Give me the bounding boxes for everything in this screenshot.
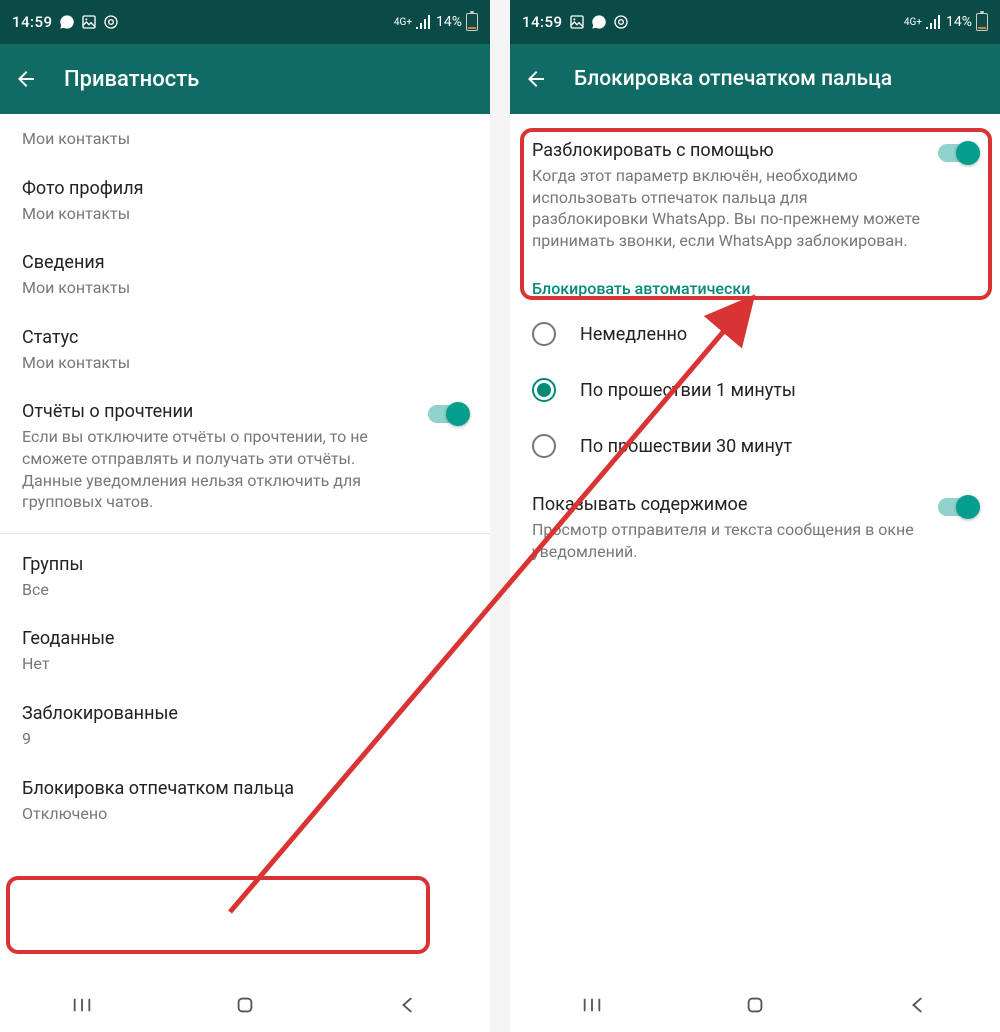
recents-button[interactable] (581, 994, 603, 1016)
section-auto-lock: Блокировать автоматически (510, 265, 1000, 306)
setting-profile-photo[interactable]: Фото профиля Мои контакты (0, 164, 490, 239)
at-icon (103, 14, 119, 30)
setting-last-seen-sub[interactable]: Мои контакты (0, 114, 490, 164)
setting-status[interactable]: Статус Мои контакты (0, 313, 490, 388)
setting-unlock-with-fingerprint[interactable]: Разблокировать с помощью Когда этот пара… (510, 114, 1000, 265)
image-icon (569, 14, 585, 30)
home-button[interactable] (744, 994, 766, 1016)
app-bar: Приватность (0, 44, 490, 114)
battery-icon (466, 13, 478, 31)
network-badge: 4G+ (394, 17, 412, 28)
read-receipts-toggle[interactable] (428, 405, 468, 423)
setting-geodata[interactable]: Геоданные Нет (0, 614, 490, 689)
clock: 14:59 (522, 13, 563, 31)
setting-blocked[interactable]: Заблокированные 9 (0, 689, 490, 764)
setting-show-content[interactable]: Показывать содержимое Просмотр отправите… (510, 474, 1000, 576)
app-bar: Блокировка отпечатком пальца (510, 44, 1000, 114)
page-title: Приватность (64, 67, 199, 92)
setting-groups[interactable]: Группы Все (0, 540, 490, 615)
status-bar: 14:59 4G+ 14% (0, 0, 490, 44)
status-bar: 14:59 4G+ 14% (510, 0, 1000, 44)
clock: 14:59 (12, 13, 53, 31)
battery-icon (976, 13, 988, 31)
setting-fingerprint-lock[interactable]: Блокировка отпечатком пальца Отключено (0, 764, 490, 839)
radio-icon[interactable] (532, 378, 556, 402)
radio-after-1-minute[interactable]: По прошествии 1 минуты (510, 362, 1000, 418)
radio-immediately[interactable]: Немедленно (510, 306, 1000, 362)
android-nav-bar (510, 978, 1000, 1032)
back-button[interactable] (397, 994, 419, 1016)
screen-privacy: 14:59 4G+ 14% Приватность Мои контакты Ф… (0, 0, 490, 1032)
page-title: Блокировка отпечатком пальца (574, 67, 892, 91)
android-nav-bar (0, 978, 490, 1032)
whatsapp-icon (59, 14, 75, 30)
radio-icon[interactable] (532, 322, 556, 346)
recents-button[interactable] (71, 994, 93, 1016)
battery-percent: 14% (946, 14, 972, 30)
at-icon (613, 14, 629, 30)
whatsapp-icon (591, 14, 607, 30)
unlock-toggle[interactable] (938, 144, 978, 162)
signal-icon (416, 15, 432, 29)
setting-about[interactable]: Сведения Мои контакты (0, 238, 490, 313)
screen-fingerprint-lock: 14:59 4G+ 14% Блокировка отпечатком паль… (510, 0, 1000, 1032)
signal-icon (926, 15, 942, 29)
battery-percent: 14% (436, 14, 462, 30)
back-icon[interactable] (14, 67, 38, 91)
setting-read-receipts[interactable]: Отчёты о прочтении Если вы отключите отч… (0, 387, 490, 526)
image-icon (81, 14, 97, 30)
back-icon[interactable] (524, 67, 548, 91)
back-button[interactable] (907, 994, 929, 1016)
radio-icon[interactable] (532, 434, 556, 458)
divider (0, 533, 490, 534)
show-content-toggle[interactable] (938, 498, 978, 516)
home-button[interactable] (234, 994, 256, 1016)
network-badge: 4G+ (904, 17, 922, 28)
radio-after-30-minutes[interactable]: По прошествии 30 минут (510, 418, 1000, 474)
